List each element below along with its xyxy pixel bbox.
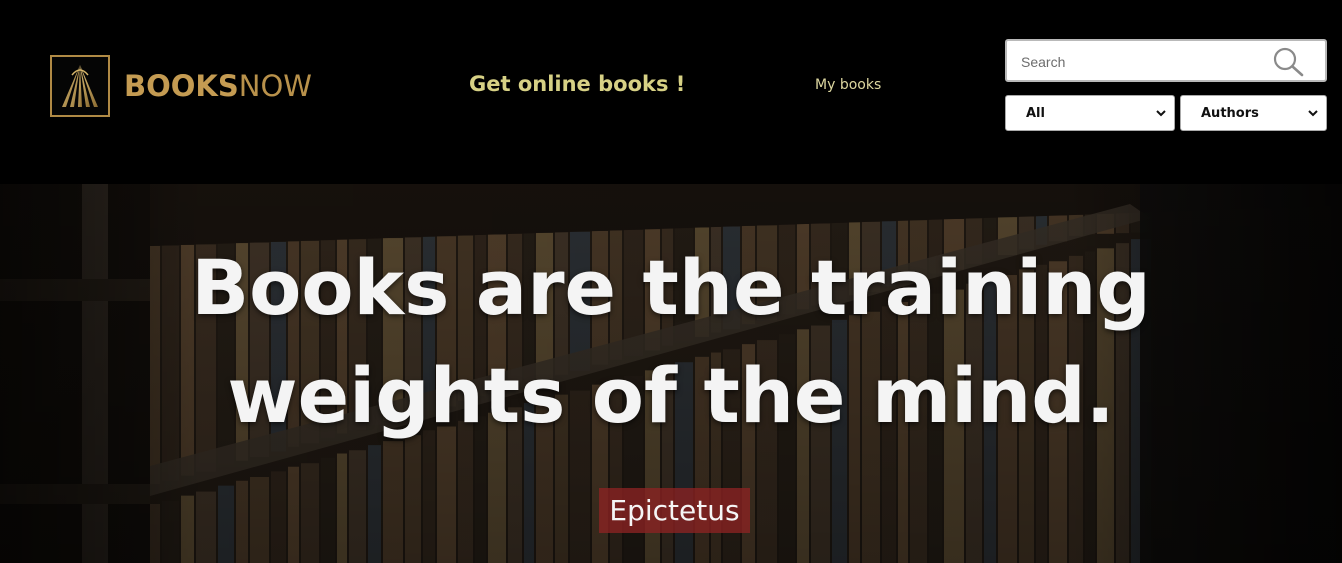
category-select-value: All <box>1026 106 1045 121</box>
search-box[interactable] <box>1005 39 1327 82</box>
chevron-down-icon <box>1308 107 1318 119</box>
search-input[interactable] <box>1019 51 1273 73</box>
hero-quote: Books are the training weights of the mi… <box>0 234 1342 450</box>
logo-book-icon <box>50 55 110 117</box>
hero-quote-line-2: weights of the mind. <box>227 351 1115 440</box>
search-icon[interactable] <box>1272 46 1306 78</box>
hero-banner: Books are the training weights of the mi… <box>0 184 1342 563</box>
site-header: BOOKS NOW Get online books ! My books Al… <box>0 0 1342 184</box>
nav-link-my-books[interactable]: My books <box>815 77 881 93</box>
logo[interactable]: BOOKS NOW <box>50 55 312 117</box>
quote-author: Epictetus <box>599 488 750 533</box>
logo-wordmark: BOOKS NOW <box>124 68 312 103</box>
hero-quote-line-1: Books are the training <box>191 243 1151 332</box>
logo-word-now: NOW <box>238 68 312 103</box>
chevron-down-icon <box>1156 107 1166 119</box>
search-type-select[interactable]: Authors <box>1180 95 1327 131</box>
tagline: Get online books ! <box>469 72 686 96</box>
logo-word-books: BOOKS <box>124 68 239 103</box>
search-type-select-value: Authors <box>1201 106 1259 121</box>
category-select[interactable]: All <box>1005 95 1175 131</box>
